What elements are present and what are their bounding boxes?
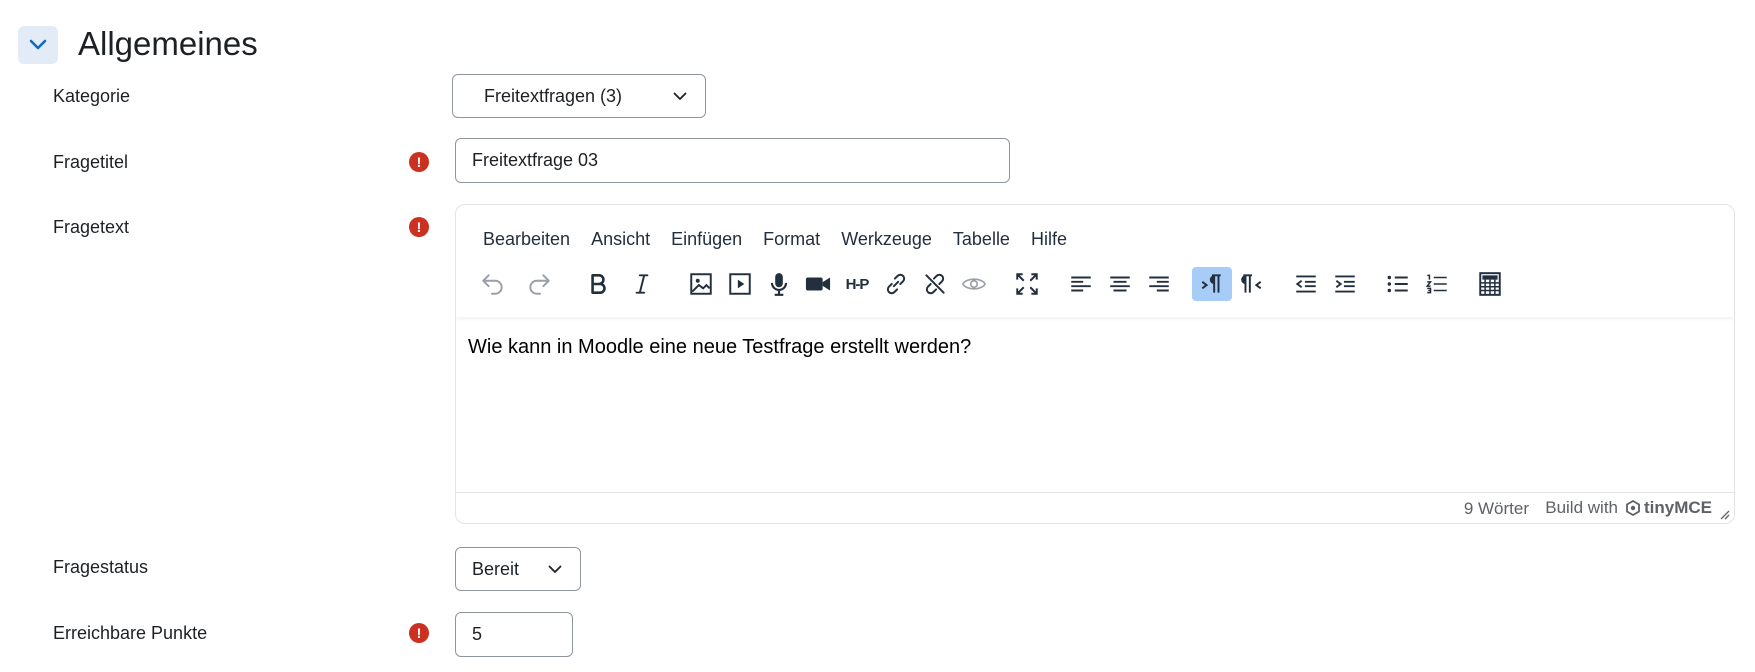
outdent-button[interactable] <box>1286 267 1326 301</box>
build-with-label: Build with <box>1545 498 1618 517</box>
outdent-icon <box>1295 275 1316 293</box>
calculator-icon <box>1479 272 1501 296</box>
tinymce-logo-icon <box>1626 500 1640 516</box>
menu-werkzeuge[interactable]: Werkzeuge <box>841 224 932 254</box>
chevron-down-icon <box>29 39 47 50</box>
tinymce-logo: tinyMCE <box>1625 498 1712 518</box>
bold-button[interactable] <box>578 267 618 301</box>
ltr-button[interactable] <box>1192 267 1232 301</box>
unlink-icon <box>925 273 945 295</box>
video-camera-icon <box>805 277 831 291</box>
redo-icon <box>529 274 550 295</box>
editor-menubar: Bearbeiten Ansicht Einfügen Format Werkz… <box>483 224 1088 254</box>
media-button[interactable] <box>720 267 760 301</box>
align-left-button[interactable] <box>1061 267 1101 301</box>
indent-icon <box>1335 275 1355 293</box>
text-label: Fragetext <box>53 217 130 237</box>
redo-button[interactable] <box>519 267 559 301</box>
status-select[interactable]: Bereit <box>455 547 581 591</box>
media-icon <box>729 273 751 295</box>
editor-statusbar: 9 Wörter Build with tinyMCE <box>456 492 1734 523</box>
resize-handle-icon[interactable] <box>1718 508 1730 520</box>
status-value: Bereit <box>472 558 520 579</box>
h5p-button[interactable]: H-P <box>837 267 877 301</box>
indent-button[interactable] <box>1325 267 1365 301</box>
title-label: Fragetitel <box>53 152 129 172</box>
microphone-icon <box>770 273 788 296</box>
calculator-button[interactable] <box>1470 267 1510 301</box>
chevron-down-icon <box>673 92 687 100</box>
align-center-button[interactable] <box>1100 267 1140 301</box>
category-label: Kategorie <box>53 86 131 106</box>
italic-button[interactable] <box>622 267 662 301</box>
text-editor: Bearbeiten Ansicht Einfügen Format Werkz… <box>455 204 1735 524</box>
required-icon: ! <box>409 623 429 643</box>
preview-button[interactable] <box>954 267 994 301</box>
undo-icon <box>482 274 503 295</box>
numbered-list-button[interactable] <box>1417 267 1457 301</box>
link-button[interactable] <box>876 267 916 301</box>
status-label: Fragestatus <box>53 557 149 577</box>
align-right-button[interactable] <box>1139 267 1179 301</box>
tinymce-brand-text: tinyMCE <box>1644 498 1712 517</box>
tinymce-branding[interactable]: Build with tinyMCE <box>1545 498 1712 518</box>
collapse-section-button[interactable] <box>18 26 58 64</box>
bold-icon <box>591 274 606 294</box>
record-audio-button[interactable] <box>759 267 799 301</box>
points-label: Erreichbare Punkte <box>53 623 208 643</box>
image-button[interactable] <box>681 267 721 301</box>
word-count[interactable]: 9 Wörter <box>1464 499 1529 519</box>
editor-header: Bearbeiten Ansicht Einfügen Format Werkz… <box>456 205 1734 317</box>
image-icon <box>690 273 712 295</box>
h5p-icon: H-P <box>845 275 870 293</box>
menu-format[interactable]: Format <box>763 224 820 254</box>
menu-bearbeiten[interactable]: Bearbeiten <box>483 224 570 254</box>
align-left-icon <box>1071 276 1091 292</box>
bullet-list-button[interactable] <box>1378 267 1418 301</box>
numbered-list-icon <box>1425 274 1447 294</box>
menu-ansicht[interactable]: Ansicht <box>591 224 650 254</box>
align-center-icon <box>1110 276 1130 292</box>
section-title: Allgemeines <box>78 25 258 62</box>
bullet-list-icon <box>1387 275 1408 293</box>
rtl-icon <box>1241 274 1262 293</box>
category-value: Freitextfragen (3) <box>484 85 623 106</box>
menu-einfuegen[interactable]: Einfügen <box>671 224 742 254</box>
link-icon <box>886 273 906 295</box>
rtl-button[interactable] <box>1232 267 1272 301</box>
preview-icon <box>961 278 987 290</box>
editor-content[interactable]: Wie kann in Moodle eine neue Testfrage e… <box>468 333 971 361</box>
points-input[interactable]: 5 <box>455 612 573 657</box>
fullscreen-icon <box>1016 273 1038 295</box>
menu-tabelle[interactable]: Tabelle <box>953 224 1010 254</box>
category-select[interactable]: Freitextfragen (3) <box>452 74 706 118</box>
italic-icon <box>635 274 649 294</box>
record-video-button[interactable] <box>798 267 838 301</box>
title-input[interactable]: Freitextfrage 03 <box>455 138 1010 183</box>
unlink-button[interactable] <box>915 267 955 301</box>
align-right-icon <box>1149 276 1169 292</box>
menu-hilfe[interactable]: Hilfe <box>1031 224 1067 254</box>
ltr-icon <box>1201 274 1221 293</box>
required-icon: ! <box>409 217 429 237</box>
undo-button[interactable] <box>473 267 513 301</box>
chevron-down-icon <box>548 565 562 573</box>
fullscreen-button[interactable] <box>1007 267 1047 301</box>
required-icon: ! <box>409 152 429 172</box>
